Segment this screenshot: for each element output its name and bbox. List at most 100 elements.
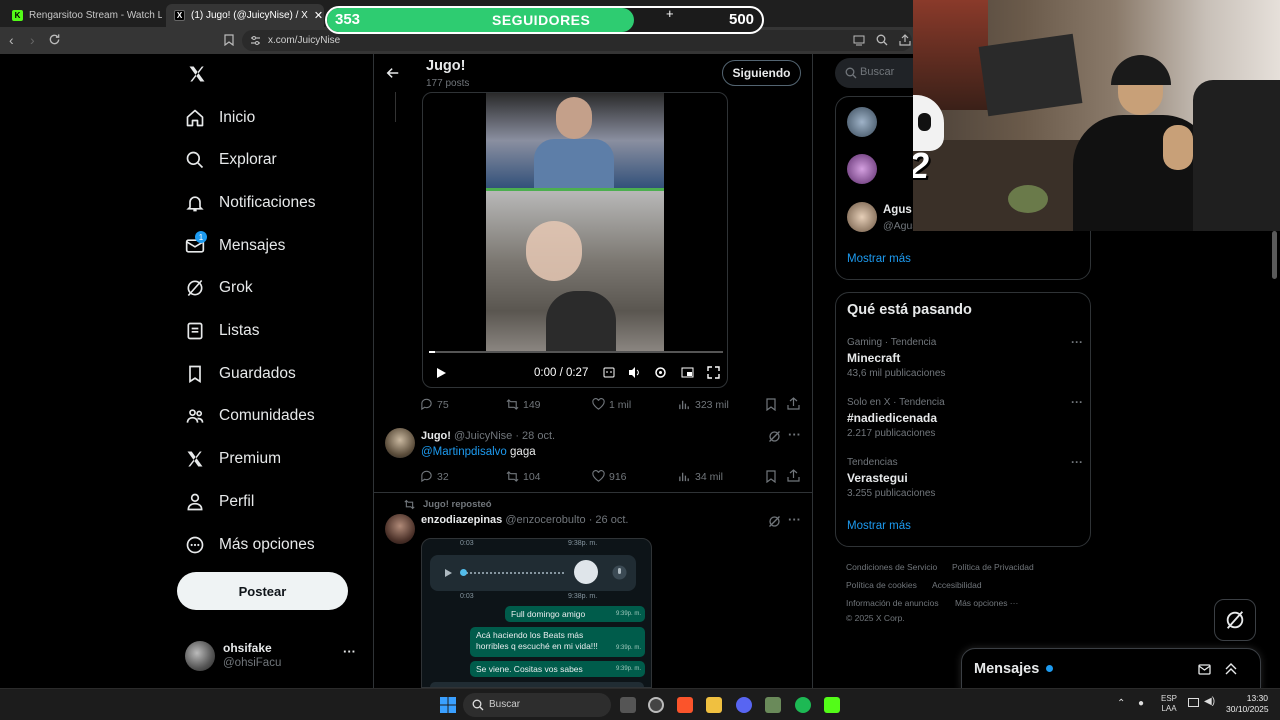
- share-action-icon[interactable]: [787, 397, 800, 410]
- new-message-icon[interactable]: [1198, 662, 1212, 676]
- repost-action[interactable]: 149: [506, 398, 541, 411]
- footer-link[interactable]: Política de cookies: [846, 580, 917, 590]
- x-logo-icon[interactable]: [187, 64, 207, 84]
- pip-icon[interactable]: [681, 366, 694, 379]
- more-icon[interactable]: ···: [1071, 395, 1083, 409]
- more-icon[interactable]: ···: [1071, 455, 1083, 469]
- file-explorer-icon[interactable]: [706, 697, 722, 713]
- repost-action[interactable]: 104: [506, 470, 541, 483]
- post-author-handle[interactable]: @enzocerobulto: [505, 514, 585, 526]
- reload-icon[interactable]: [48, 33, 61, 46]
- site-info-icon[interactable]: [250, 35, 261, 46]
- trend-item[interactable]: Tendencias Verastegui 3.255 publicacione…: [847, 455, 1083, 499]
- trend-item[interactable]: Gaming · Tendencia Minecraft 43,6 mil pu…: [847, 335, 1083, 379]
- grok-icon[interactable]: [768, 430, 781, 443]
- views-action[interactable]: 34 mil: [678, 470, 723, 483]
- discord-icon[interactable]: [736, 697, 752, 713]
- cast-icon[interactable]: [853, 35, 865, 46]
- back-arrow-icon[interactable]: [386, 66, 400, 80]
- repost-label[interactable]: Jugo! reposteó: [423, 499, 492, 510]
- post-date[interactable]: · 28 oct.: [515, 430, 555, 442]
- sidebar-item-mensajes[interactable]: 1 Mensajes: [185, 231, 285, 260]
- like-action[interactable]: 916: [592, 470, 627, 483]
- volume-icon[interactable]: [628, 366, 641, 379]
- kick-icon[interactable]: [824, 697, 840, 713]
- views-action[interactable]: 323 mil: [678, 398, 729, 411]
- avatar[interactable]: [385, 428, 415, 458]
- volume-icon[interactable]: ◀): [1204, 696, 1215, 707]
- page-scrollbar[interactable]: [1272, 231, 1277, 279]
- forward-icon[interactable]: ›: [30, 33, 35, 47]
- more-icon[interactable]: ···: [1071, 335, 1083, 349]
- mic-icon[interactable]: ●: [1138, 698, 1144, 709]
- taskbar-search[interactable]: Buscar: [463, 693, 611, 717]
- tab-x-profile[interactable]: X (1) Jugo! (@JuicyNise) / X ✕: [166, 4, 324, 27]
- task-view-icon[interactable]: [620, 697, 636, 713]
- footer-link[interactable]: Condiciones de Servicio: [846, 562, 937, 572]
- post-author-handle[interactable]: @JuicyNise: [454, 430, 512, 442]
- fullscreen-icon[interactable]: [707, 366, 720, 379]
- back-icon[interactable]: ‹: [9, 33, 14, 47]
- zoom-icon[interactable]: [876, 34, 888, 46]
- avatar[interactable]: [847, 202, 877, 232]
- show-more-link[interactable]: Mostrar más: [847, 520, 911, 532]
- voice-message[interactable]: [430, 555, 636, 591]
- account-switcher[interactable]: ohsifake @ohsiFacu ···: [185, 640, 375, 674]
- avatar[interactable]: [847, 154, 877, 184]
- footer-link[interactable]: Accesibilidad: [932, 580, 982, 590]
- post-author-name[interactable]: enzodiazepinas: [421, 514, 502, 526]
- clock[interactable]: 13:30 30/10/2025: [1226, 693, 1269, 715]
- reply-action[interactable]: 75: [420, 398, 449, 411]
- grok-floating-button[interactable]: [1214, 599, 1256, 641]
- sidebar-item-inicio[interactable]: Inicio: [185, 104, 255, 132]
- close-tab-icon[interactable]: ✕: [314, 9, 323, 22]
- post-author-name[interactable]: Jugo!: [421, 430, 451, 442]
- captions-icon[interactable]: [603, 367, 615, 378]
- trend-item[interactable]: Solo en X · Tendencia #nadiedicenada 2.2…: [847, 395, 1083, 439]
- suggested-user-name[interactable]: Agus: [883, 204, 912, 216]
- settings-icon[interactable]: [654, 366, 667, 379]
- sidebar-item-listas[interactable]: Listas: [185, 317, 260, 345]
- footer-link[interactable]: Política de Privacidad: [952, 562, 1034, 572]
- tab-rengarsitoo[interactable]: K Rengarsitoo Stream - Watch Live on: [4, 4, 162, 27]
- play-icon[interactable]: [444, 568, 453, 578]
- grok-icon[interactable]: [768, 515, 781, 528]
- footer-link[interactable]: Información de anuncios: [846, 598, 939, 608]
- widgets-icon[interactable]: [648, 697, 664, 713]
- avatar[interactable]: [385, 514, 415, 544]
- sidebar-item-mas-opciones[interactable]: Más opciones: [185, 531, 315, 559]
- avatar[interactable]: [847, 107, 877, 137]
- post-date[interactable]: · 26 oct.: [589, 514, 629, 526]
- video-player[interactable]: 0:00 / 0:27: [422, 92, 728, 388]
- sidebar-item-comunidades[interactable]: Comunidades: [185, 402, 315, 430]
- bookmark-action-icon[interactable]: [765, 470, 777, 483]
- mention-link[interactable]: @Martinpdisalvo: [421, 446, 507, 458]
- tray-chevron-icon[interactable]: ⌃: [1117, 698, 1125, 709]
- share-action-icon[interactable]: [787, 469, 800, 482]
- post-image-chat[interactable]: 0:03 9:38p. m. 0:03 9:38p. m. Full domin…: [421, 538, 652, 688]
- more-icon[interactable]: ···: [788, 512, 801, 527]
- sidebar-item-guardados[interactable]: Guardados: [185, 360, 296, 388]
- language-indicator[interactable]: ESP LAA: [1161, 694, 1177, 714]
- sidebar-item-perfil[interactable]: Perfil: [185, 488, 254, 516]
- bookmark-action-icon[interactable]: [765, 398, 777, 411]
- reply-action[interactable]: 32: [420, 470, 449, 483]
- show-more-link[interactable]: Mostrar más: [847, 253, 911, 265]
- expand-icon[interactable]: [1224, 662, 1238, 676]
- app-icon[interactable]: [765, 697, 781, 713]
- bookmark-page-icon[interactable]: [224, 34, 234, 46]
- sidebar-item-grok[interactable]: Grok: [185, 274, 253, 302]
- share-icon[interactable]: [899, 34, 911, 46]
- network-icon[interactable]: [1188, 698, 1199, 707]
- video-progress-track[interactable]: [429, 351, 723, 353]
- windows-start-icon[interactable]: [440, 697, 456, 713]
- following-button[interactable]: Siguiendo: [722, 60, 801, 86]
- sidebar-item-notificaciones[interactable]: Notificaciones: [185, 189, 316, 217]
- sidebar-item-explorar[interactable]: Explorar: [185, 146, 277, 174]
- messages-drawer[interactable]: Mensajes: [961, 648, 1261, 690]
- more-icon[interactable]: ···: [788, 427, 801, 442]
- post-button[interactable]: Postear: [177, 572, 348, 610]
- spotify-icon[interactable]: [795, 697, 811, 713]
- sidebar-item-premium[interactable]: Premium: [185, 445, 281, 473]
- brave-icon[interactable]: [677, 697, 693, 713]
